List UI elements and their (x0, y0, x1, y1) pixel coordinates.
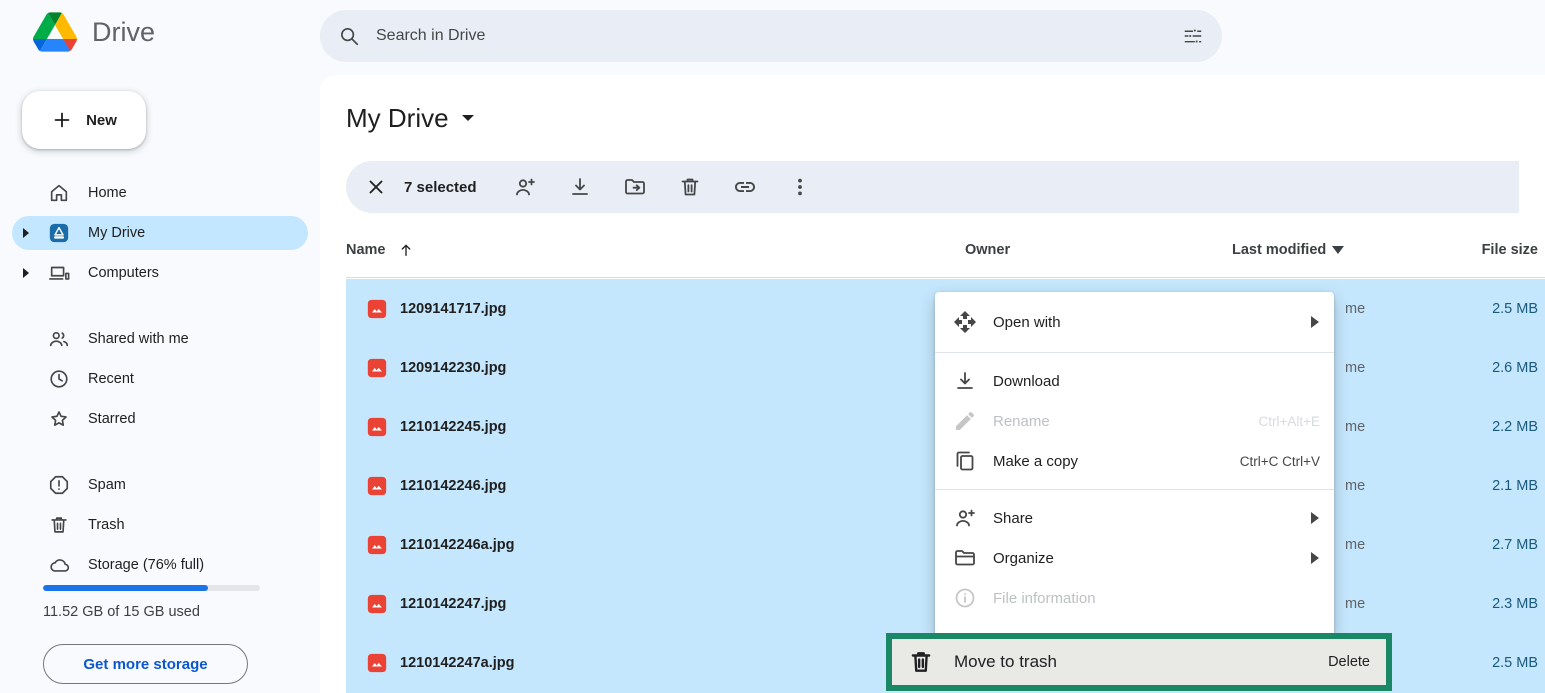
menu-item-make-a-copy[interactable]: Make a copy Ctrl+C Ctrl+V (935, 441, 1334, 481)
column-header-owner: Owner (965, 242, 1010, 258)
chevron-down-icon (461, 114, 475, 123)
link-icon (733, 175, 757, 199)
download-button[interactable] (558, 165, 602, 209)
image-file-icon (366, 593, 388, 615)
context-menu: Open with Download Rename Ctrl+Alt+E Mak… (935, 292, 1334, 636)
table-header: Name Owner Last modified File size (346, 225, 1545, 278)
image-file-icon (366, 475, 388, 497)
selection-toolbar: 7 selected (346, 161, 1519, 213)
expand-arrow-icon[interactable] (22, 228, 30, 238)
column-header-name[interactable]: Name (346, 242, 414, 258)
image-file-icon (366, 652, 388, 674)
trash-button[interactable] (668, 165, 712, 209)
menu-item-organize[interactable]: Organize (935, 538, 1334, 578)
get-more-storage-button[interactable]: Get more storage (43, 644, 248, 684)
sidebar-item-home[interactable]: Home (12, 176, 308, 210)
sidebar-item-spam[interactable]: Spam (12, 468, 308, 502)
app-title: Drive (92, 17, 155, 48)
close-icon (365, 176, 387, 198)
close-selection-button[interactable] (354, 165, 398, 209)
drive-logo-icon (33, 12, 77, 52)
add-collaborator-icon (513, 175, 537, 199)
download-icon (568, 175, 592, 199)
submenu-arrow-icon (1310, 512, 1320, 524)
cloud-icon (48, 554, 70, 576)
menu-item-move-to-trash[interactable]: Move to trash Delete (892, 639, 1386, 685)
menu-item-share[interactable]: Share (935, 498, 1334, 538)
column-header-file-size: File size (1482, 242, 1538, 258)
expand-arrow-icon[interactable] (22, 268, 30, 278)
home-icon (48, 182, 70, 204)
column-header-last-modified[interactable]: Last modified (1232, 242, 1344, 258)
open-with-icon (953, 310, 977, 334)
trash-icon (48, 514, 70, 536)
spam-icon (48, 474, 70, 496)
sidebar-item-starred[interactable]: Starred (12, 402, 308, 436)
sidebar-item-trash[interactable]: Trash (12, 508, 308, 542)
annotation-highlight: Move to trash Delete (886, 633, 1392, 691)
menu-item-file-information: File information (935, 578, 1334, 618)
sidebar: Drive New Home My Drive Computers (0, 0, 320, 693)
shortcut-label: Delete (1328, 654, 1370, 670)
caret-down-icon (1332, 246, 1344, 254)
share-icon (953, 506, 977, 530)
add-collaborator-button[interactable] (503, 165, 547, 209)
move-to-folder-button[interactable] (613, 165, 657, 209)
starred-icon (48, 408, 70, 430)
info-icon (953, 586, 977, 610)
shared-with-me-icon (48, 328, 70, 350)
download-icon (953, 369, 977, 393)
sidebar-item-storage[interactable]: Storage (76% full) (12, 548, 308, 582)
search-bar[interactable] (320, 10, 1222, 62)
menu-item-rename: Rename Ctrl+Alt+E (935, 401, 1334, 441)
trash-icon (908, 649, 934, 675)
link-button[interactable] (723, 165, 767, 209)
computers-icon (48, 262, 70, 284)
search-options-icon[interactable] (1182, 25, 1204, 47)
search-input[interactable] (376, 27, 1182, 45)
trash-icon (678, 175, 702, 199)
my-drive-icon (48, 222, 70, 244)
image-file-icon (366, 416, 388, 438)
recent-icon (48, 368, 70, 390)
organize-icon (953, 546, 977, 570)
sidebar-item-shared-with-me[interactable]: Shared with me (12, 322, 308, 356)
submenu-arrow-icon (1310, 316, 1320, 328)
main-content: My Drive 7 selected (320, 75, 1545, 693)
sidebar-item-my-drive[interactable]: My Drive (12, 216, 308, 250)
page-title-my-drive[interactable]: My Drive (346, 103, 475, 134)
shortcut-label: Ctrl+C Ctrl+V (1240, 454, 1320, 469)
shortcut-label: Ctrl+Alt+E (1258, 414, 1320, 429)
copy-icon (953, 449, 977, 473)
rename-icon (953, 409, 977, 433)
submenu-arrow-icon (1310, 552, 1320, 564)
search-icon[interactable] (338, 25, 360, 47)
drive-logo: Drive (33, 12, 155, 52)
selection-count: 7 selected (404, 179, 477, 196)
new-button[interactable]: New (22, 91, 146, 149)
image-file-icon (366, 357, 388, 379)
sort-ascending-icon (398, 242, 414, 258)
image-file-icon (366, 534, 388, 556)
menu-item-open-with[interactable]: Open with (935, 292, 1334, 352)
sidebar-item-recent[interactable]: Recent (12, 362, 308, 396)
more-options-button[interactable] (778, 165, 822, 209)
more-vert-icon (788, 175, 812, 199)
storage-usage-text: 11.52 GB of 15 GB used (43, 604, 200, 620)
image-file-icon (366, 298, 388, 320)
plus-icon (51, 109, 73, 131)
storage-progressbar (43, 585, 260, 591)
sidebar-item-computers[interactable]: Computers (12, 256, 308, 290)
menu-item-download[interactable]: Download (935, 361, 1334, 401)
move-to-folder-icon (623, 175, 647, 199)
